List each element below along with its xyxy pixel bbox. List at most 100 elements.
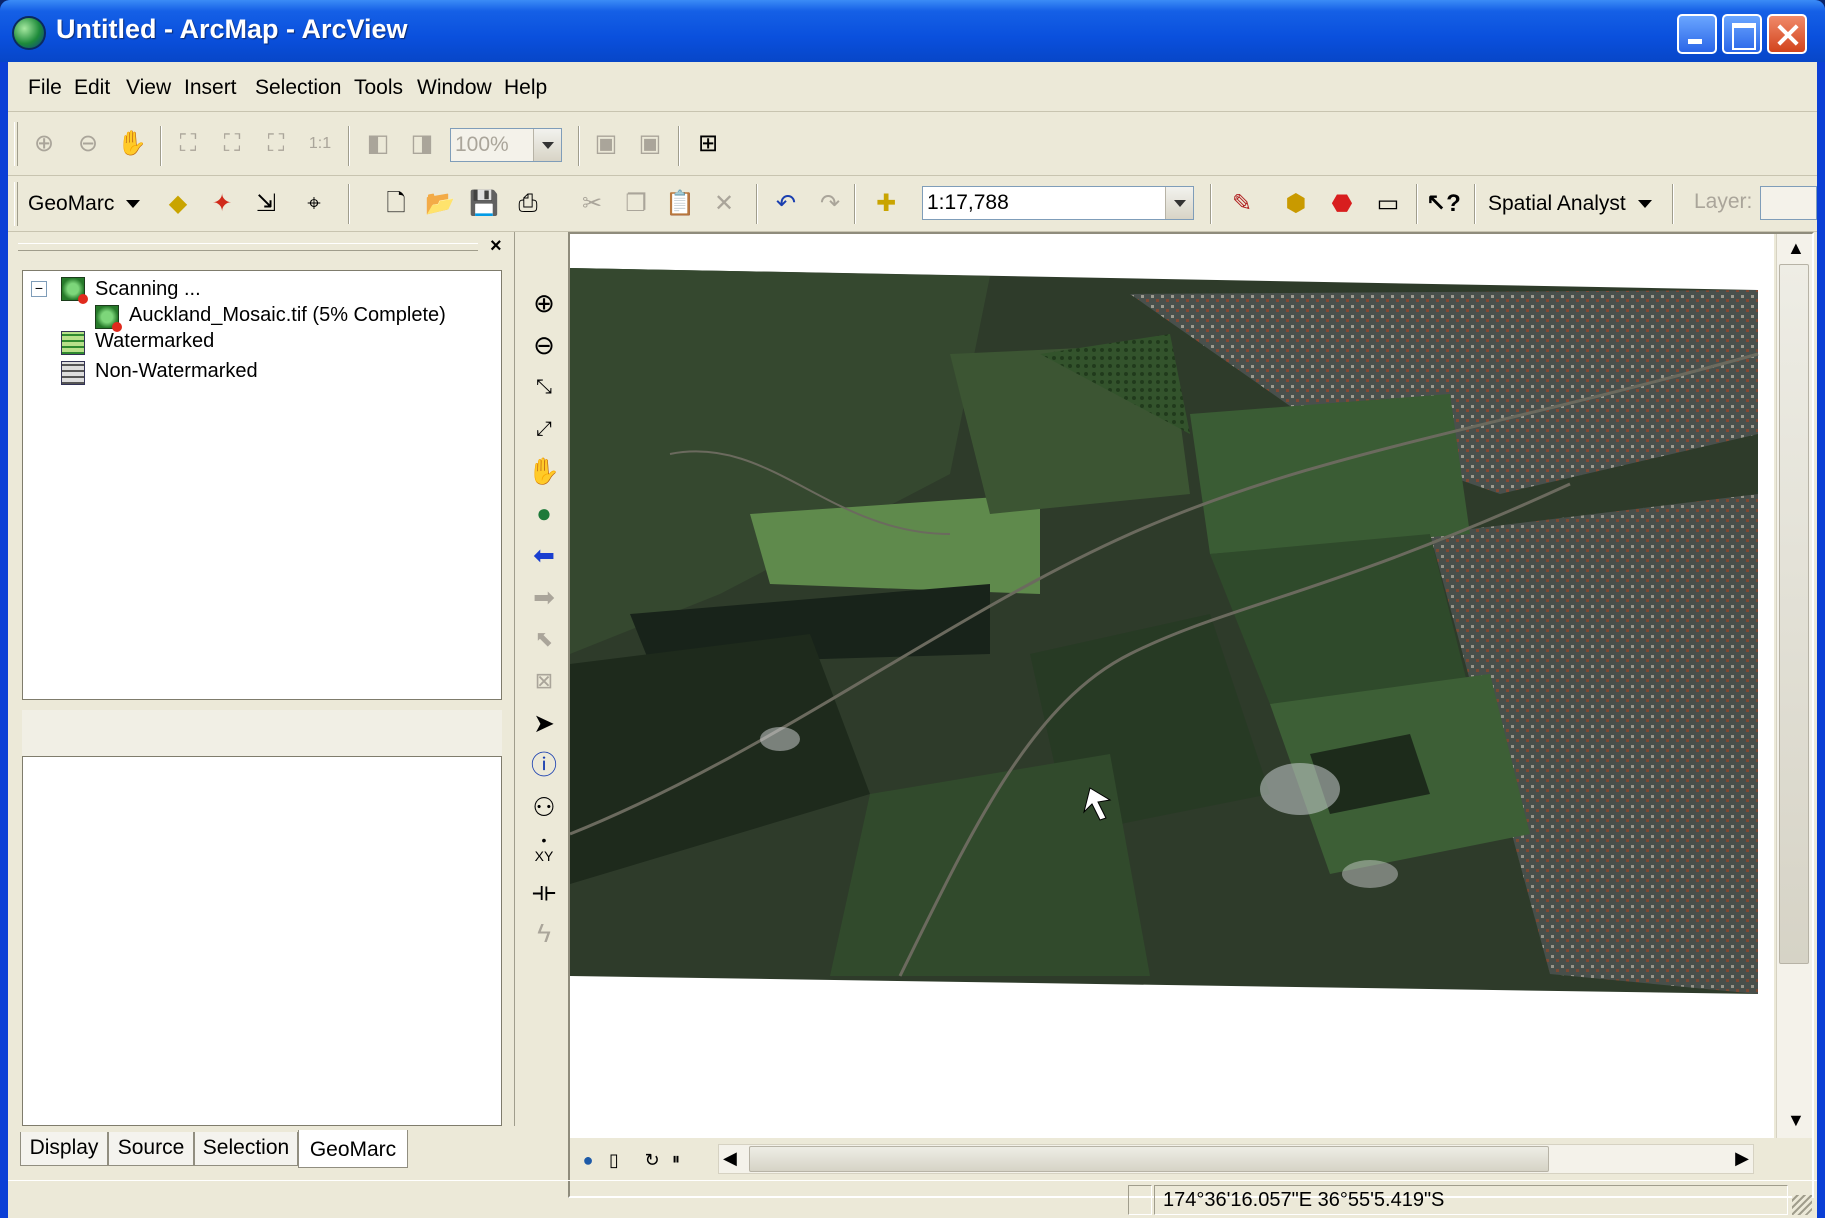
fixed-zoom-out-icon[interactable]: ⤢ xyxy=(527,412,561,446)
toc-grip[interactable] xyxy=(18,243,478,251)
delete-icon[interactable]: ✕ xyxy=(708,188,740,220)
zoom-100-icon[interactable]: 1:1 xyxy=(304,128,336,160)
scroll-thumb[interactable] xyxy=(749,1146,1549,1172)
geomarc-export-icon[interactable]: ⇲ xyxy=(250,188,282,220)
fixed-zoom-in-icon[interactable]: ⛶ xyxy=(216,128,248,160)
previous-extent-icon[interactable]: ◧ xyxy=(362,128,394,160)
forward-arrow-icon[interactable]: ➡ xyxy=(527,580,561,614)
undo-icon[interactable]: ↶ xyxy=(770,188,802,220)
toc-splitter[interactable] xyxy=(22,710,502,756)
go-to-xy-icon[interactable]: • XY xyxy=(527,832,561,866)
geomarc-locate-icon[interactable]: ⌖ xyxy=(298,188,330,220)
maximize-button[interactable] xyxy=(1722,14,1762,54)
save-icon[interactable]: 💾 xyxy=(468,188,500,220)
toolbar-separator xyxy=(854,184,856,224)
chevron-down-icon[interactable] xyxy=(1165,187,1193,219)
whats-this-help-icon[interactable]: ↖? xyxy=(1426,188,1461,220)
fixed-zoom-in-icon[interactable]: ⤡ xyxy=(527,370,561,404)
cut-icon[interactable]: ✂ xyxy=(576,188,608,220)
toolbar-grip[interactable] xyxy=(14,122,18,166)
toggle-draft-mode-icon[interactable]: ▣ xyxy=(590,128,622,160)
clear-selection-icon[interactable]: ⊠ xyxy=(527,664,561,698)
menu-file[interactable]: File xyxy=(28,76,62,100)
layout-zoom-in-icon[interactable]: ⊕ xyxy=(28,128,60,160)
map-canvas[interactable] xyxy=(570,234,1774,1138)
map-scale-value: 1:17,788 xyxy=(927,191,1009,214)
layout-zoom-combo[interactable]: 100% xyxy=(450,128,562,162)
close-button[interactable] xyxy=(1767,14,1807,54)
toolbar-separator xyxy=(1672,184,1674,224)
focus-data-frame-icon[interactable]: ▣ xyxy=(634,128,666,160)
hyperlink-icon[interactable]: ϟ xyxy=(527,916,561,950)
scroll-up-icon[interactable]: ▲ xyxy=(1787,238,1805,259)
title-bar[interactable]: Untitled - ArcMap - ArcView xyxy=(0,0,1825,62)
open-folder-icon[interactable]: 📂 xyxy=(424,188,456,220)
menu-selection[interactable]: Selection xyxy=(255,76,341,100)
collapse-icon[interactable]: − xyxy=(31,281,47,297)
add-data-icon[interactable]: ✚ xyxy=(870,188,902,220)
menu-edit[interactable]: Edit xyxy=(74,76,110,100)
menu-tools[interactable]: Tools xyxy=(354,76,403,100)
spatial-analyst-menu[interactable]: Spatial Analyst xyxy=(1488,192,1652,216)
new-document-icon[interactable]: 🗋 xyxy=(380,188,412,220)
toolbar-separator xyxy=(348,184,350,224)
layout-zoom-out-icon[interactable]: ⊖ xyxy=(72,128,104,160)
scroll-right-icon[interactable]: ▶ xyxy=(1735,1148,1749,1169)
fixed-zoom-out-icon[interactable]: ⛶ xyxy=(260,128,292,160)
menu-insert[interactable]: Insert xyxy=(184,76,237,100)
toc-item-watermarked[interactable]: Watermarked xyxy=(95,327,214,355)
pan-icon[interactable]: ✋ xyxy=(527,454,561,488)
toc-item-non-watermarked[interactable]: Non-Watermarked xyxy=(95,357,258,385)
next-extent-icon[interactable]: ◨ xyxy=(406,128,438,160)
copy-icon[interactable]: ❐ xyxy=(620,188,652,220)
tab-selection[interactable]: Selection xyxy=(194,1132,298,1166)
arccatalog-icon[interactable]: ⬢ xyxy=(1280,188,1312,220)
scroll-left-icon[interactable]: ◀ xyxy=(723,1148,737,1169)
redo-icon[interactable]: ↷ xyxy=(814,188,846,220)
tab-display[interactable]: Display xyxy=(20,1132,108,1166)
minimize-button[interactable] xyxy=(1677,14,1717,54)
print-icon[interactable]: ⎙ xyxy=(512,188,544,220)
map-horizontal-scrollbar[interactable]: ◀ ▶ xyxy=(718,1144,1754,1174)
menu-window[interactable]: Window xyxy=(417,76,492,100)
full-extent-globe-icon[interactable]: ● xyxy=(527,496,561,530)
editor-toolbar-icon[interactable]: ✎ xyxy=(1226,188,1258,220)
scroll-down-icon[interactable]: ▼ xyxy=(1787,1110,1805,1131)
chevron-down-icon[interactable] xyxy=(533,129,561,161)
scroll-thumb[interactable] xyxy=(1779,264,1809,964)
menu-help[interactable]: Help xyxy=(504,76,547,100)
close-icon[interactable]: × xyxy=(490,235,502,258)
arctoolbox-icon[interactable]: ⬣ xyxy=(1326,188,1358,220)
toc-item-auckland-mosaic[interactable]: Auckland_Mosaic.tif (5% Complete) xyxy=(129,301,446,329)
identify-info-icon[interactable]: ⓘ xyxy=(527,748,561,782)
zoom-in-icon[interactable]: ⊕ xyxy=(527,286,561,320)
layout-zoom-value: 100% xyxy=(455,133,509,156)
resize-grip-icon[interactable] xyxy=(1792,1195,1812,1215)
zoom-whole-page-icon[interactable]: ⛶ xyxy=(172,128,204,160)
measure-icon[interactable]: ⟛ xyxy=(527,874,561,908)
pause-drawing-icon[interactable]: ⏸ xyxy=(660,1144,692,1176)
back-arrow-icon[interactable]: ⬅ xyxy=(527,538,561,572)
paste-icon[interactable]: 📋 xyxy=(664,188,696,220)
layout-pan-icon[interactable]: ✋ xyxy=(116,128,148,160)
toc-item-scanning[interactable]: Scanning ... xyxy=(95,275,201,303)
geomarc-watermark-icon[interactable]: ◆ xyxy=(162,188,194,220)
zoom-out-icon[interactable]: ⊖ xyxy=(527,328,561,362)
select-elements-icon[interactable]: ⬉ xyxy=(527,622,561,656)
tab-geomarc[interactable]: GeoMarc xyxy=(298,1130,408,1168)
layer-combo[interactable] xyxy=(1760,186,1817,220)
menu-view[interactable]: View xyxy=(126,76,171,100)
geomarc-menu[interactable]: GeoMarc xyxy=(28,192,140,216)
menu-bar: File Edit View Insert Selection Tools Wi… xyxy=(8,62,1817,112)
find-binoculars-icon[interactable]: ⚇ xyxy=(527,790,561,824)
layout-view-icon[interactable]: ▯ xyxy=(598,1144,630,1176)
change-layout-icon[interactable]: ⊞ xyxy=(692,128,724,160)
watermarked-layer-icon xyxy=(61,331,85,355)
select-pointer-icon[interactable]: ➤ xyxy=(527,706,561,740)
map-vertical-scrollbar[interactable]: ▲ ▼ xyxy=(1776,234,1812,1138)
geomarc-scan-icon[interactable]: ✦ xyxy=(206,188,238,220)
command-line-icon[interactable]: ▭ xyxy=(1372,188,1404,220)
tab-source[interactable]: Source xyxy=(108,1132,194,1166)
map-scale-combo[interactable]: 1:17,788 xyxy=(922,186,1194,220)
toc-lower-pane xyxy=(22,756,502,1126)
